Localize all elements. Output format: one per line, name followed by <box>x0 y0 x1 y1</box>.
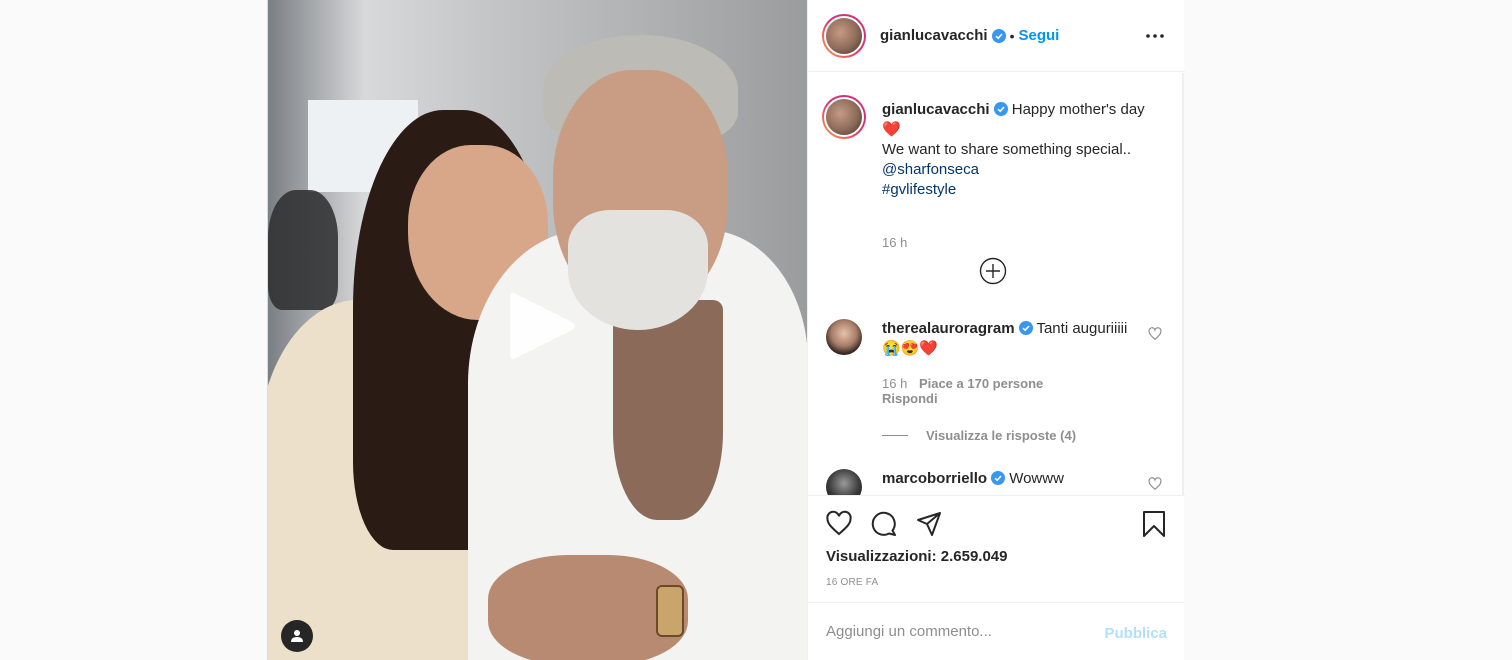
comments-list[interactable]: gianlucavacchi Happy mother's day ❤️ We … <box>808 73 1185 495</box>
comment-username[interactable]: marcoborriello <box>882 470 987 487</box>
views-value: 2.659.049 <box>940 548 1008 565</box>
add-comment-bar: Pubblica <box>808 602 1185 660</box>
user-tag-icon <box>291 630 303 642</box>
view-replies-button[interactable]: Visualizza le risposte (4) <box>882 428 1076 443</box>
heart-icon[interactable] <box>825 510 853 538</box>
caption-heart-emoji: ❤️ <box>882 121 901 138</box>
play-button[interactable] <box>506 288 578 364</box>
post-timestamp[interactable]: 16 ORE FA <box>826 577 878 588</box>
caption-username[interactable]: gianlucavacchi <box>882 101 990 118</box>
comment-avatar[interactable] <box>826 469 862 495</box>
verified-icon <box>993 102 1008 116</box>
publish-button[interactable]: Pubblica <box>1104 625 1167 642</box>
comment-likes[interactable]: Piace a 170 persone <box>919 376 1043 391</box>
author-avatar[interactable] <box>822 13 866 58</box>
comment-reply-button[interactable]: Rispondi <box>882 391 938 406</box>
comment-emojis: 😭😍❤️ <box>882 340 939 357</box>
post-container: gianlucavacchi • Segui gianlucavacchi Ha… <box>267 0 1185 660</box>
caption-avatar[interactable] <box>822 95 866 139</box>
background-ostrich <box>268 190 338 310</box>
post-side-panel: gianlucavacchi • Segui gianlucavacchi Ha… <box>807 0 1185 660</box>
post-actions: Visualizzazioni: 2.659.049 16 ORE FA <box>808 495 1185 602</box>
comment-icon[interactable] <box>870 510 898 538</box>
views-count[interactable]: Visualizzazioni: 2.659.049 <box>826 548 1008 565</box>
more-options-button[interactable] <box>1143 24 1167 48</box>
caption-timestamp[interactable]: 16 h <box>882 235 907 250</box>
comment-heart-icon[interactable] <box>1148 327 1162 341</box>
tagged-users-button[interactable] <box>281 620 313 652</box>
verified-icon <box>1018 321 1033 335</box>
separator-dot: • <box>1009 27 1015 44</box>
post-header: gianlucavacchi • Segui <box>808 0 1185 72</box>
comment-username[interactable]: therealauroragram <box>882 320 1015 337</box>
comment-text: Tanti auguriiiii <box>1036 320 1128 337</box>
comments-scrollbar[interactable] <box>1182 73 1184 495</box>
play-icon <box>510 292 575 360</box>
caption-hashtag-link[interactable]: #gvlifestyle <box>882 181 956 198</box>
comment-avatar[interactable] <box>826 319 862 355</box>
comment-time[interactable]: 16 h <box>882 376 907 391</box>
more-icon <box>1146 34 1164 38</box>
verified-icon <box>991 471 1006 485</box>
load-more-comments-button[interactable] <box>979 257 1007 285</box>
caption-text-line1: Happy mother's day <box>1011 101 1145 118</box>
verified-icon <box>991 28 1006 43</box>
comment-heart-icon[interactable] <box>1148 477 1162 491</box>
caption-mention-link[interactable]: @sharfonseca <box>882 161 979 178</box>
share-icon[interactable] <box>915 510 943 538</box>
post-video[interactable] <box>268 0 807 660</box>
comment-input[interactable] <box>826 623 1096 640</box>
view-replies-label: Visualizza le risposte (4) <box>926 428 1077 443</box>
follow-button[interactable]: Segui <box>1018 27 1059 44</box>
wrist-watch <box>656 585 684 637</box>
comment-text: Wowww <box>1009 470 1064 487</box>
author-username[interactable]: gianlucavacchi <box>880 27 988 44</box>
bookmark-icon[interactable] <box>1140 510 1168 538</box>
add-circle-icon <box>979 257 1007 285</box>
caption-text-line3: We want to share something special.. <box>882 141 1132 158</box>
views-label: Visualizzazioni: <box>826 548 937 565</box>
